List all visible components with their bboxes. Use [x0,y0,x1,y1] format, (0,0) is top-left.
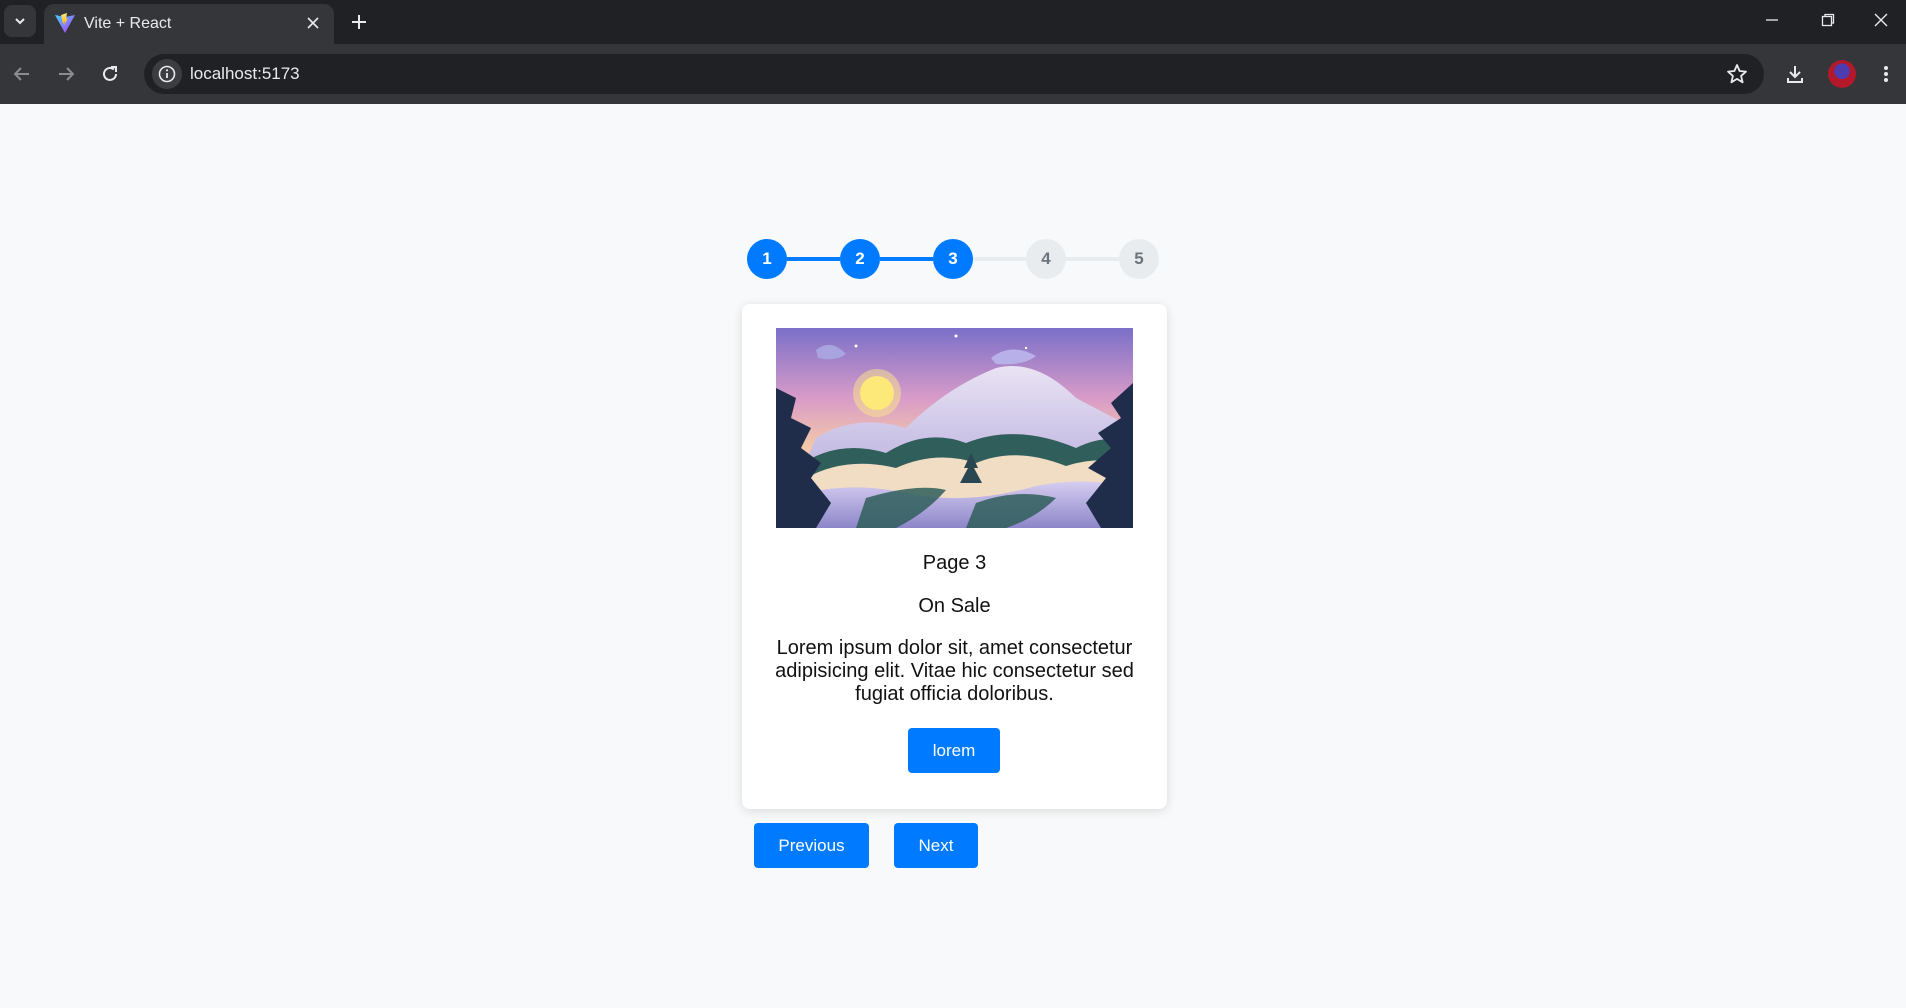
step-connector [880,257,933,261]
site-info-button[interactable] [152,59,182,89]
arrow-right-icon [59,67,75,81]
chevron-down-icon [15,18,25,25]
more-vertical-icon [1884,66,1888,82]
profile-avatar[interactable] [1828,60,1856,88]
card-subheading: On Sale [918,595,991,617]
progress-stepper: 1 2 3 4 5 [747,239,1159,279]
step-connector [787,257,840,261]
snowy-mountain-sunset-illustration [776,328,1133,528]
tab-search-button[interactable] [4,5,36,37]
tab-close-button[interactable] [302,12,324,34]
next-button[interactable]: Next [894,823,978,868]
close-window-button[interactable] [1856,0,1906,40]
step-1[interactable]: 1 [747,239,787,279]
browser-tab[interactable]: Vite + React [44,4,334,44]
card-image [776,328,1133,528]
step-4[interactable]: 4 [1026,239,1066,279]
tab-title: Vite + React [84,15,172,32]
card-action-button[interactable]: lorem [908,728,1000,773]
download-icon [1787,66,1803,83]
step-connector [973,257,1026,261]
close-icon [1874,13,1888,27]
step-2[interactable]: 2 [840,239,880,279]
step-connector [1066,257,1119,261]
minimize-icon [1766,19,1778,21]
arrow-left-icon [13,67,29,81]
minimize-window-button[interactable] [1744,0,1800,40]
reload-button[interactable] [92,56,128,92]
back-button[interactable] [4,56,40,92]
browser-tab-bar: Vite + React [0,0,1906,44]
url-text: localhost:5173 [190,64,300,83]
new-tab-button[interactable] [344,7,374,37]
close-icon [307,17,319,29]
step-3[interactable]: 3 [933,239,973,279]
vite-logo-icon [55,13,75,33]
plus-icon [352,15,366,29]
previous-button[interactable]: Previous [754,823,869,868]
step-5[interactable]: 5 [1119,239,1159,279]
reload-icon [103,66,117,81]
browser-menu-button[interactable] [1868,56,1904,92]
restore-icon [1821,13,1835,27]
forward-button[interactable] [48,56,84,92]
restore-window-button[interactable] [1800,0,1856,40]
card-heading: Page 3 [922,552,987,574]
star-outline-icon [1727,64,1747,84]
downloads-button[interactable] [1777,56,1813,92]
browser-toolbar: localhost:5173 [0,44,1906,104]
address-bar[interactable]: localhost:5173 [144,54,1764,94]
bookmark-button[interactable] [1724,61,1750,87]
card-description: Lorem ipsum dolor sit, amet consectetur … [775,637,1134,705]
info-icon [158,65,176,83]
content-card: Page 3 On Sale Lorem ipsum dolor sit, am… [742,304,1167,809]
